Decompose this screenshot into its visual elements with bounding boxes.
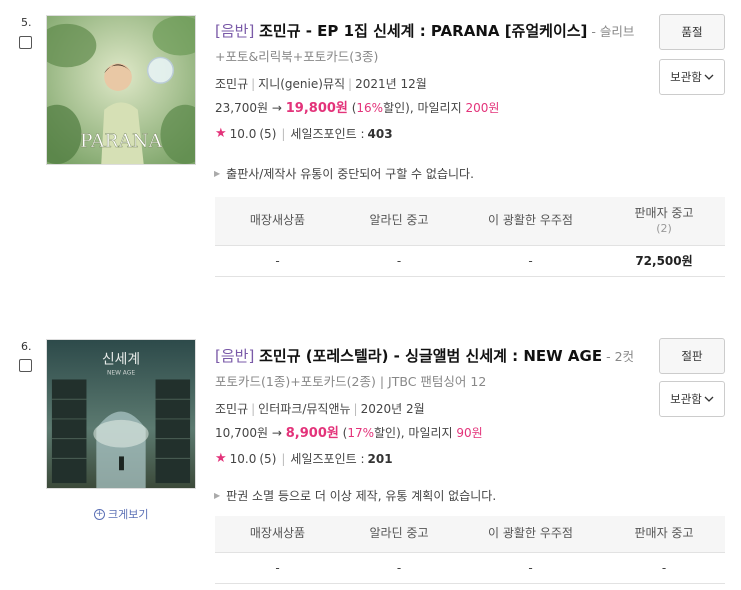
seller-value-space: - — [458, 552, 603, 584]
seller-header-seller-used: 판매자 중고 — [603, 516, 725, 553]
price-line: 23,700원 → 19,800원 (16%할인), 마일리지 200원 — [215, 97, 645, 120]
album-cover[interactable]: PARANA — [46, 15, 196, 165]
product-subtitle: - 슬리브 — [587, 24, 635, 39]
arrow-icon: → — [271, 101, 282, 115]
category-prefix: [음반] — [215, 22, 255, 40]
availability-notice: ▶ 출판사/제작사 유통이 중단되어 구할 수 없습니다. — [214, 165, 474, 182]
item-number: 5. — [21, 16, 32, 29]
seller-header-seller-used-label: 판매자 중고 — [634, 205, 694, 220]
discount-close: 할인), 마일리지 — [374, 426, 457, 440]
select-checkbox[interactable] — [19, 359, 32, 372]
product-title-line: [음반] 조민규 (포레스텔라) - 싱글앨범 신세계 : NEW AGE - … — [215, 344, 645, 394]
rating-count[interactable]: (5) — [259, 123, 276, 145]
star-icon: ★ — [215, 126, 227, 141]
sales-point-label: 세일즈포인트 : — [290, 127, 365, 141]
sales-point-value: 403 — [367, 127, 393, 141]
price-line: 10,700원 → 8,900원 (17%할인), 마일리지 90원 — [215, 422, 645, 445]
wishlist-label: 보관함 — [670, 392, 702, 406]
select-checkbox[interactable] — [19, 36, 32, 49]
seller-value-new: - — [215, 552, 340, 584]
category-prefix: [음반] — [215, 347, 255, 365]
album-cover-art: 신세계 NEW AGE — [47, 340, 195, 488]
seller-value-aladin-used: - — [340, 552, 458, 584]
plus-circle-icon: + — [94, 508, 105, 520]
seller-table: 매장새상품 알라딘 중고 이 광활한 우주점 판매자 중고 (2) - - - 7… — [215, 197, 725, 277]
star-icon: ★ — [215, 451, 227, 466]
soldout-button[interactable]: 품절 — [659, 14, 725, 50]
discount-percent: 17% — [347, 426, 375, 440]
out-of-print-button[interactable]: 절판 — [659, 338, 725, 374]
release-date: 2021년 12월 — [355, 77, 427, 91]
zoom-link[interactable]: + 크게보기 — [94, 506, 148, 522]
chevron-down-icon — [704, 396, 714, 402]
product-subtitle: - 2컷 — [602, 349, 635, 364]
seller-header-space: 이 광활한 우주점 — [458, 197, 603, 246]
seller-header-new: 매장새상품 — [215, 516, 340, 553]
album-cover-art: PARANA — [47, 16, 195, 164]
soldout-label: 품절 — [681, 25, 703, 39]
publisher-link[interactable]: 지니(genie)뮤직 — [258, 77, 345, 91]
wishlist-label: 보관함 — [670, 70, 702, 84]
release-date: 2020년 2월 — [360, 402, 425, 416]
product-info: [음반] 조민규 (포레스텔라) - 싱글앨범 신세계 : NEW AGE - … — [215, 344, 645, 470]
availability-notice: ▶ 판권 소멸 등으로 더 이상 제작, 유통 계획이 없습니다. — [214, 487, 496, 504]
rating-score: 10.0 — [229, 127, 257, 141]
product-title-line: [음반] 조민규 - EP 1집 신세계 : PARANA [쥬얼케이스] - … — [215, 19, 645, 69]
seller-header-seller-used: 판매자 중고 (2) — [603, 197, 725, 246]
triangle-bullet-icon: ▶ — [214, 169, 221, 178]
mileage-value: 200원 — [465, 101, 500, 115]
cover-text-parana: PARANA — [80, 131, 162, 152]
product-meta: 조민규 | 인터파크/뮤직앤뉴 | 2020년 2월 — [215, 402, 425, 416]
chevron-down-icon — [704, 74, 714, 80]
rating-score: 10.0 — [229, 452, 257, 466]
original-price: 10,700원 — [215, 426, 269, 440]
notice-text: 출판사/제작사 유통이 중단되어 구할 수 없습니다. — [226, 167, 474, 181]
seller-header-aladin-used: 알라딘 중고 — [340, 197, 458, 246]
out-of-print-label: 절판 — [681, 349, 703, 363]
product-meta: 조민규 | 지니(genie)뮤직 | 2021년 12월 — [215, 77, 427, 91]
wishlist-dropdown-button[interactable]: 보관함 — [659, 59, 725, 95]
rating-count[interactable]: (5) — [259, 448, 276, 470]
seller-header-aladin-used: 알라딘 중고 — [340, 516, 458, 553]
discount-close: 할인), 마일리지 — [383, 101, 466, 115]
seller-value-seller-used[interactable]: 72,500원 — [603, 245, 725, 277]
seller-header-space: 이 광활한 우주점 — [458, 516, 603, 553]
sales-point-label: 세일즈포인트 : — [290, 452, 365, 466]
seller-header-new: 매장새상품 — [215, 197, 340, 246]
item-number: 6. — [21, 340, 32, 353]
sales-point-value: 201 — [367, 452, 393, 466]
seller-table: 매장새상품 알라딘 중고 이 광활한 우주점 판매자 중고 - - - - — [215, 516, 725, 584]
seller-value-seller-used: - — [603, 552, 725, 584]
cover-text-sub: NEW AGE — [107, 371, 135, 377]
zoom-label: 크게보기 — [108, 508, 149, 521]
seller-value-space: - — [458, 245, 603, 277]
product-subtitle-cont: +포토&리릭북+포토카드(3종) — [215, 49, 379, 64]
cover-text-title: 신세계 — [102, 352, 140, 368]
artist-link[interactable]: 조민규 — [215, 77, 248, 91]
album-cover[interactable]: 신세계 NEW AGE — [46, 339, 196, 489]
rating-line: ★ 10.0 (5) | 세일즈포인트 : 403 — [215, 123, 645, 145]
sale-price: 8,900원 — [285, 426, 339, 441]
mileage-value: 90원 — [456, 426, 483, 440]
wishlist-dropdown-button[interactable]: 보관함 — [659, 381, 725, 417]
product-item: 6. 신세계 NEW AGE + 크게보기 [음반] 조민규 (포레스텔라) -… — [0, 330, 741, 590]
product-title-link[interactable]: 조민규 (포레스텔라) - 싱글앨범 신세계 : NEW AGE — [259, 347, 602, 365]
arrow-icon: → — [271, 426, 282, 440]
seller-value-new: - — [215, 245, 340, 277]
triangle-bullet-icon: ▶ — [214, 491, 221, 500]
product-title-link[interactable]: 조민규 - EP 1집 신세계 : PARANA [쥬얼케이스] — [259, 22, 587, 40]
rating-line: ★ 10.0 (5) | 세일즈포인트 : 201 — [215, 448, 645, 470]
product-subtitle-cont: 포토카드(1종)+포토카드(2종) | JTBC 팬텀싱어 12 — [215, 374, 487, 389]
seller-value-aladin-used: - — [340, 245, 458, 277]
seller-count: (2) — [656, 221, 672, 235]
product-info: [음반] 조민규 - EP 1집 신세계 : PARANA [쥬얼케이스] - … — [215, 19, 645, 145]
notice-text: 판권 소멸 등으로 더 이상 제작, 유통 계획이 없습니다. — [226, 489, 497, 503]
sale-price: 19,800원 — [285, 101, 348, 116]
artist-link[interactable]: 조민규 — [215, 402, 248, 416]
discount-percent: 16% — [356, 101, 384, 115]
original-price: 23,700원 — [215, 101, 269, 115]
product-item: 5. PARANA [음반] 조민규 - EP 1집 신세계 : PARANA … — [0, 0, 741, 300]
publisher-link[interactable]: 인터파크/뮤직앤뉴 — [258, 402, 350, 416]
